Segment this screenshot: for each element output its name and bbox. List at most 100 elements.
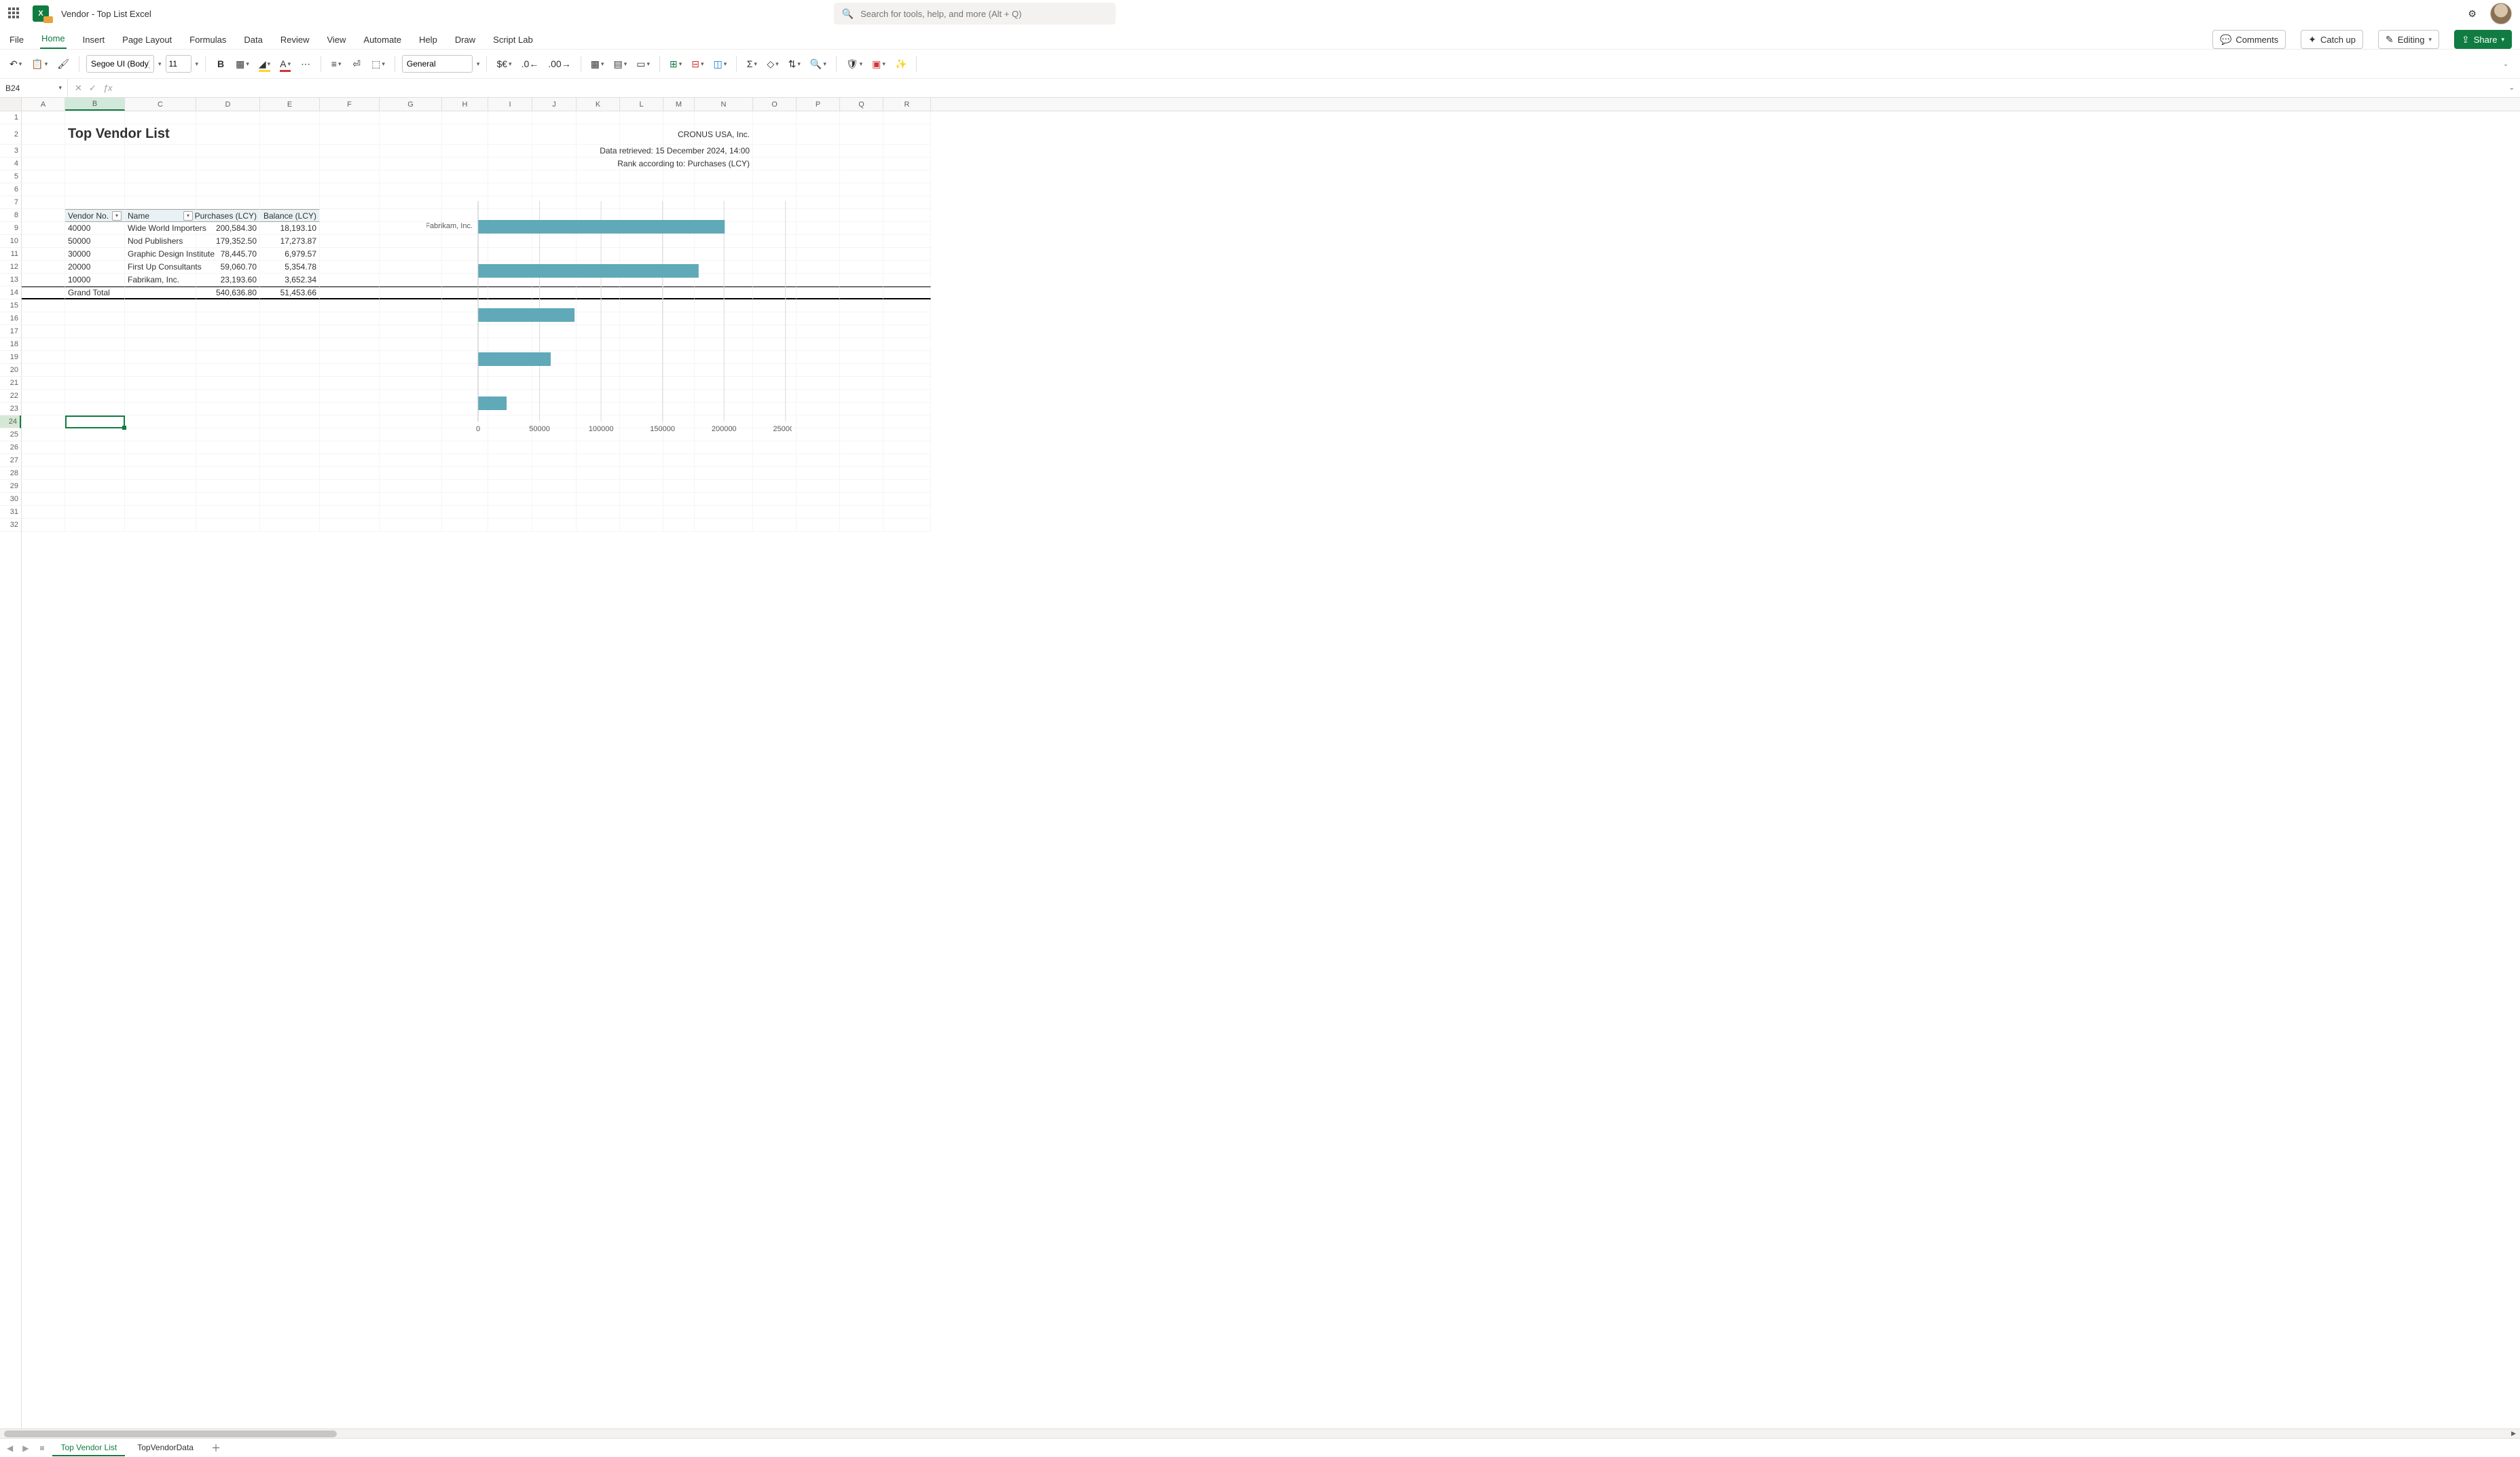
cell[interactable] [320,506,380,519]
cell[interactable] [695,480,753,493]
cell[interactable]: 3,652.34 [260,274,320,287]
cell[interactable] [442,145,488,158]
cell[interactable] [577,506,620,519]
tab-help[interactable]: Help [418,35,439,49]
cell[interactable] [65,416,125,428]
cell[interactable] [22,416,65,428]
cell[interactable] [840,235,883,248]
cell[interactable] [65,183,125,196]
cell[interactable] [380,467,442,480]
clear-button[interactable]: ◇▾ [764,54,781,73]
cell[interactable] [840,403,883,416]
cell[interactable] [840,428,883,441]
cell[interactable] [125,196,196,209]
cell[interactable] [883,519,931,532]
row-header[interactable]: 30 [0,493,21,506]
cell[interactable] [577,467,620,480]
cell[interactable]: Nod Publishers [125,235,196,248]
cell[interactable] [65,312,125,325]
cell[interactable] [883,235,931,248]
cell[interactable] [797,145,840,158]
cell[interactable] [22,170,65,183]
cell[interactable] [840,183,883,196]
cell[interactable] [797,506,840,519]
cell[interactable]: 10000 [65,274,125,287]
cell[interactable] [320,111,380,124]
cell[interactable] [320,299,380,312]
row-header[interactable]: 24 [0,416,21,428]
cell[interactable] [753,158,797,170]
cell[interactable] [488,493,532,506]
cell[interactable] [125,183,196,196]
cell[interactable] [320,351,380,364]
cell[interactable] [488,111,532,124]
horizontal-scrollbar[interactable]: ▶ [0,1428,2520,1438]
cell[interactable] [797,222,840,235]
cell[interactable] [442,170,488,183]
cell[interactable] [883,325,931,338]
cell[interactable] [620,170,663,183]
cell[interactable] [883,312,931,325]
cell[interactable] [320,338,380,351]
cell[interactable] [840,325,883,338]
cell[interactable] [320,248,380,261]
cell[interactable] [840,124,883,145]
cell[interactable] [320,377,380,390]
cell[interactable] [695,183,753,196]
cell[interactable] [260,467,320,480]
sensitivity-button[interactable]: 🛡▾ [843,54,865,73]
row-header[interactable]: 25 [0,428,21,441]
cell[interactable] [883,158,931,170]
cell[interactable] [125,351,196,364]
cell[interactable] [753,506,797,519]
cell[interactable] [320,325,380,338]
tab-file[interactable]: File [8,35,25,49]
font-name-select[interactable] [86,55,154,73]
cell[interactable] [663,183,695,196]
insert-cells-button[interactable]: ⊞▾ [667,54,684,73]
settings-icon[interactable]: ⚙ [2468,9,2477,18]
cell[interactable] [883,493,931,506]
cell[interactable] [22,261,65,274]
cell[interactable] [125,390,196,403]
cell[interactable] [260,158,320,170]
cell[interactable] [320,467,380,480]
select-all-corner[interactable] [0,98,21,111]
cell[interactable] [840,364,883,377]
cell[interactable] [196,493,260,506]
column-header[interactable]: A [22,98,65,111]
chart-bar[interactable] [478,220,725,234]
bold-button[interactable]: B [213,54,229,73]
cell[interactable] [797,364,840,377]
cell[interactable] [883,274,931,287]
cell[interactable] [320,145,380,158]
cell[interactable] [840,351,883,364]
cell[interactable] [196,480,260,493]
cell[interactable]: CRONUS USA, Inc. [695,124,753,145]
row-header[interactable]: 2 [0,124,21,145]
cell[interactable] [196,364,260,377]
cell[interactable] [840,519,883,532]
cell[interactable] [797,428,840,441]
row-header[interactable]: 15 [0,299,21,312]
cell[interactable] [840,170,883,183]
cell[interactable] [532,441,577,454]
cell[interactable] [532,145,577,158]
column-header[interactable]: M [663,98,695,111]
cell[interactable] [22,519,65,532]
cell[interactable] [65,493,125,506]
cell[interactable] [488,145,532,158]
row-header[interactable]: 10 [0,235,21,248]
cell[interactable] [840,416,883,428]
cell[interactable] [840,261,883,274]
cell[interactable] [260,183,320,196]
cell[interactable] [577,441,620,454]
cell[interactable] [196,145,260,158]
cell[interactable] [125,287,196,299]
cell[interactable] [22,248,65,261]
cell[interactable] [883,209,931,222]
cell[interactable] [65,467,125,480]
cell[interactable] [320,364,380,377]
tab-home[interactable]: Home [40,33,67,49]
cell[interactable] [22,480,65,493]
